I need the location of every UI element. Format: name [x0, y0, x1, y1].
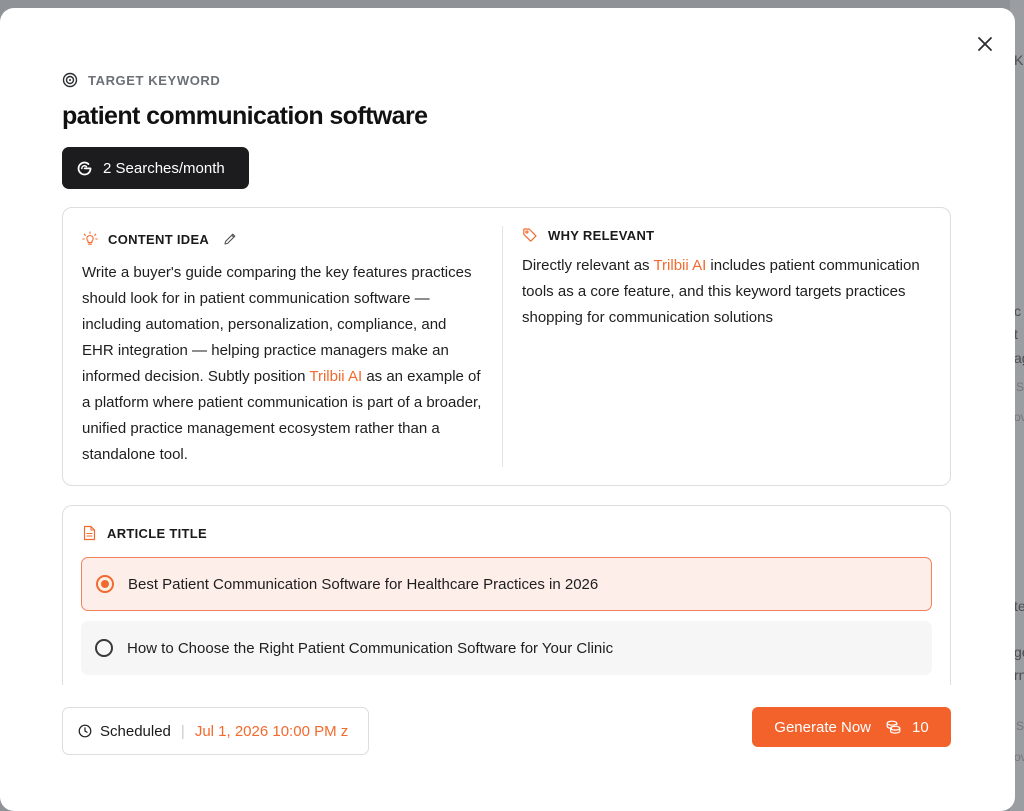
- why-relevant-label: WHY RELEVANT: [548, 227, 655, 243]
- google-icon: [77, 161, 92, 175]
- backdrop-text: ov: [1014, 750, 1024, 764]
- backdrop-text: ge: [1014, 644, 1024, 660]
- keyword-modal: TARGET KEYWORD patient communication sof…: [0, 8, 1015, 811]
- lightbulb-icon: [82, 231, 98, 245]
- content-idea-label: CONTENT IDEA: [108, 231, 210, 247]
- why-relevant-text-part: Directly relevant as: [522, 257, 654, 274]
- backdrop-text: ov: [1014, 410, 1024, 424]
- content-idea-header: CONTENT IDEA: [82, 231, 237, 247]
- radio-selected[interactable]: [96, 575, 114, 593]
- target-icon: [62, 72, 78, 88]
- brand-name: Trilbii AI: [653, 257, 707, 274]
- article-title-option[interactable]: How to Choose the Right Patient Communic…: [81, 621, 932, 675]
- credits-count: 10: [912, 718, 929, 736]
- keyword-title: patient communication software: [62, 102, 428, 130]
- edit-pencil-icon[interactable]: [223, 232, 237, 246]
- target-keyword-label: TARGET KEYWORD: [88, 72, 221, 88]
- backdrop-text: c: [1014, 303, 1021, 319]
- idea-card: CONTENT IDEA Write a buyer's guide compa…: [62, 207, 951, 486]
- backdrop-text: S: [1016, 380, 1024, 394]
- target-keyword-header: TARGET KEYWORD: [62, 71, 220, 89]
- clock-icon: [78, 724, 92, 738]
- brand-name: Trilbii AI: [309, 368, 363, 385]
- article-title-header: ARTICLE TITLE: [82, 525, 207, 541]
- generate-now-button[interactable]: Generate Now 10: [752, 707, 951, 747]
- article-title-option[interactable]: Best Patient Communication Software for …: [81, 557, 932, 611]
- schedule-datetime: Jul 1, 2026 10:00 PM z: [194, 722, 349, 740]
- article-title-option-label: How to Choose the Right Patient Communic…: [127, 639, 614, 657]
- close-icon: [978, 37, 992, 51]
- schedule-button[interactable]: Scheduled | Jul 1, 2026 10:00 PM z: [62, 707, 369, 755]
- content-idea-text: Write a buyer's guide comparing the key …: [82, 260, 482, 468]
- credits-coins-icon: [886, 720, 901, 734]
- article-title-option-label: Best Patient Communication Software for …: [128, 575, 599, 593]
- close-button[interactable]: [973, 32, 997, 56]
- content-idea-text-part: Write a buyer's guide comparing the key …: [82, 264, 472, 385]
- backdrop-text: ag: [1014, 350, 1024, 366]
- tag-icon: [523, 228, 537, 242]
- backdrop-text: rn: [1014, 667, 1024, 683]
- backdrop-text: S: [1016, 719, 1024, 733]
- article-title-card: ARTICLE TITLE Best Patient Communication…: [62, 505, 951, 685]
- document-icon: [83, 525, 96, 541]
- radio-unselected[interactable]: [95, 639, 113, 657]
- schedule-label: Scheduled: [100, 722, 171, 740]
- search-volume-badge: 2 Searches/month: [62, 147, 249, 189]
- why-relevant-header: WHY RELEVANT: [522, 227, 654, 243]
- why-relevant-text: Directly relevant as Trilbii AI includes…: [522, 253, 932, 331]
- article-title-label: ARTICLE TITLE: [107, 525, 207, 541]
- schedule-separator: |: [180, 722, 185, 740]
- generate-now-label: Generate Now: [774, 718, 872, 736]
- backdrop-text: te: [1014, 598, 1024, 614]
- card-divider: [502, 226, 503, 467]
- backdrop-text: K: [1014, 52, 1024, 68]
- search-volume-text: 2 Searches/month: [103, 159, 225, 177]
